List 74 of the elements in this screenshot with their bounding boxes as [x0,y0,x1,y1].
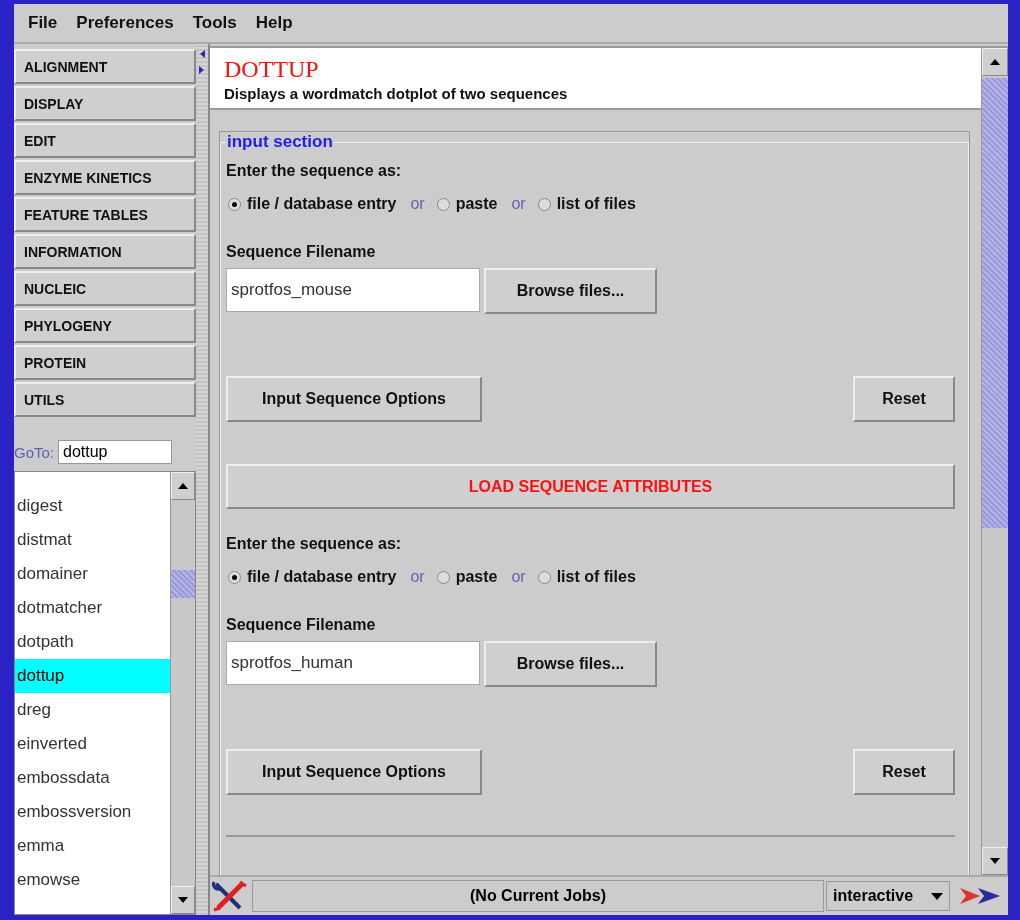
radio-icon[interactable] [436,197,450,211]
scrollbar[interactable] [170,472,195,914]
caret-icon [931,892,943,900]
or-label: or [511,195,526,213]
arrows-icon[interactable] [958,886,1002,906]
menu-item[interactable]: File [28,13,58,33]
program-item[interactable]: emowse [15,863,170,897]
radio-icon[interactable] [537,197,551,211]
radio-option[interactable]: list of files [535,568,636,586]
category-button[interactable]: EDIT [14,123,196,158]
sequence-options-button[interactable]: Input Sequence Options [226,376,482,422]
category-button[interactable]: DISPLAY [14,86,196,121]
goto-label: GoTo: [14,443,55,461]
program-item[interactable]: einverted [15,727,170,761]
program-item[interactable]: dottup [15,659,170,693]
radio-icon[interactable] [436,570,450,584]
filename-field[interactable]: sprotfos_human [226,641,480,685]
or-label: or [410,195,425,213]
radio-label: paste [455,195,498,213]
radio-label: list of files [556,568,636,586]
radio-label: list of files [556,195,636,213]
program-item[interactable]: dotpath [15,625,170,659]
menu-item[interactable]: Preferences [76,13,174,33]
category-button[interactable]: FEATURE TABLES [14,197,196,232]
filename-label: Sequence Filename [226,616,377,634]
radio-option[interactable]: paste [434,195,498,213]
radio-option[interactable]: paste [434,568,498,586]
browse-button[interactable]: Browse files... [484,641,657,687]
scroll-down-icon[interactable] [178,897,188,903]
program-item[interactable]: emma [15,829,170,863]
category-button[interactable]: ENZYME KINETICS [14,160,196,195]
mode-dropdown[interactable]: interactive [826,881,950,911]
program-item[interactable]: embossdata [15,761,170,795]
category-button[interactable]: PROTEIN [14,345,196,380]
radio-option[interactable]: list of files [535,195,636,213]
filename-field[interactable]: sprotfos_mouse [226,268,480,312]
prompt-label: Enter the sequence as: [226,162,403,180]
program-item[interactable]: dotmatcher [15,591,170,625]
menu-item[interactable]: Help [255,13,293,33]
category-button[interactable]: PHYLOGENY [14,308,196,343]
program-item[interactable]: dreg [15,693,170,727]
browse-button[interactable]: Browse files... [484,268,657,314]
or-label: or [511,568,526,586]
menu-item[interactable]: Tools [192,13,237,33]
scroll-up-icon[interactable] [178,483,188,489]
program-description: Displays a wordmatch dotplot of two sequences [224,85,569,102]
radio-icon[interactable] [537,570,551,584]
scroll-thumb[interactable] [982,78,1008,528]
or-label: or [410,568,425,586]
category-button[interactable]: INFORMATION [14,234,196,269]
program-item[interactable]: distmat [15,523,170,557]
radio-label: paste [455,568,498,586]
collapse-arrows-icon[interactable] [199,50,205,74]
sequence-options-button[interactable]: Input Sequence Options [226,749,482,795]
scroll-up-icon[interactable] [990,59,1000,65]
scroll-down-icon[interactable] [990,858,1000,864]
radio-icon[interactable] [228,570,241,584]
job-status: (No Current Jobs) [252,880,824,912]
scroll-thumb[interactable] [171,570,195,598]
goto-field[interactable]: dottup [58,440,173,464]
section-legend: input section [226,132,334,152]
category-button[interactable]: NUCLEIC [14,271,196,306]
program-item[interactable]: domainer [15,557,170,591]
program-item[interactable]: digest [15,489,170,523]
program-item[interactable]: embossversion [15,795,170,829]
radio-icon[interactable] [228,197,241,211]
category-button[interactable]: ALIGNMENT [14,49,196,84]
program-title: DOTTUP [224,56,320,83]
reset-button[interactable]: Reset [853,376,955,422]
prompt-label: Enter the sequence as: [226,535,403,553]
filename-label: Sequence Filename [226,243,377,261]
scrollbar[interactable] [981,48,1008,875]
category-button[interactable]: UTILS [14,382,196,417]
reset-button[interactable]: Reset [853,749,955,795]
